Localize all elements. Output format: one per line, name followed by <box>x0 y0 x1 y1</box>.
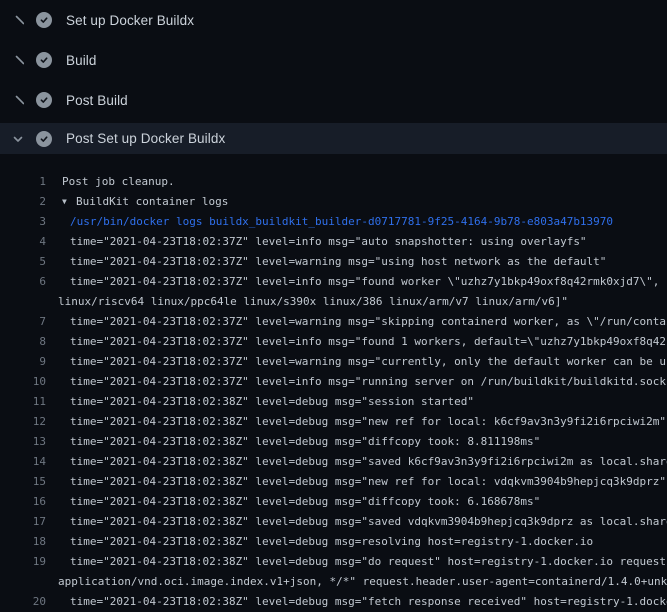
log-line-text: time="2021-04-23T18:02:38Z" level=debug … <box>46 512 667 532</box>
log-line: linux/riscv64 linux/ppc64le linux/s390x … <box>0 292 667 312</box>
log-line-text: time="2021-04-23T18:02:37Z" level=info m… <box>46 272 667 292</box>
log-line-number[interactable]: 20 <box>0 592 46 612</box>
log-line-text: time="2021-04-23T18:02:38Z" level=debug … <box>46 412 667 432</box>
step-label: Set up Docker Buildx <box>66 13 194 28</box>
step-label: Build <box>66 53 97 68</box>
status-success-icon <box>36 131 52 147</box>
log-line: application/vnd.oci.image.index.v1+json,… <box>0 572 667 592</box>
log-line: 9time="2021-04-23T18:02:37Z" level=warni… <box>0 352 667 372</box>
step-label: Post Build <box>66 93 128 108</box>
step-row-set-up-docker-buildx[interactable]: Set up Docker Buildx <box>0 0 667 40</box>
log-line-number[interactable]: 19 <box>0 552 46 572</box>
log-line-text: Post job cleanup. <box>46 172 667 192</box>
status-success-icon <box>36 12 52 28</box>
log-line-text: time="2021-04-23T18:02:38Z" level=debug … <box>46 472 667 492</box>
log-line: 14time="2021-04-23T18:02:38Z" level=debu… <box>0 452 667 472</box>
chevron-down-icon <box>10 131 26 147</box>
log-line-text: time="2021-04-23T18:02:38Z" level=debug … <box>46 392 667 412</box>
log-line: 3/usr/bin/docker logs buildx_buildkit_bu… <box>0 212 667 232</box>
log-line-text: time="2021-04-23T18:02:38Z" level=debug … <box>46 432 667 452</box>
log-line-number[interactable]: 3 <box>0 212 46 232</box>
chevron-right-icon <box>10 12 26 28</box>
log-line-number[interactable]: 9 <box>0 352 46 372</box>
log-line-number[interactable]: 13 <box>0 432 46 452</box>
log-line-number[interactable]: 17 <box>0 512 46 532</box>
log-line-text: time="2021-04-23T18:02:38Z" level=debug … <box>46 492 667 512</box>
log-line-number[interactable]: 7 <box>0 312 46 332</box>
log-line-number <box>0 292 46 312</box>
log-line-number[interactable]: 4 <box>0 232 46 252</box>
log-line: 17time="2021-04-23T18:02:38Z" level=debu… <box>0 512 667 532</box>
log-line: 12time="2021-04-23T18:02:38Z" level=debu… <box>0 412 667 432</box>
step-row-post-set-up-docker-buildx[interactable]: Post Set up Docker Buildx <box>0 123 667 154</box>
log-line: 1Post job cleanup. <box>0 172 667 192</box>
log-line: 2▼BuildKit container logs <box>0 192 667 212</box>
log-group-title: BuildKit container logs <box>76 195 228 208</box>
log-line: 16time="2021-04-23T18:02:38Z" level=debu… <box>0 492 667 512</box>
log-line-text: time="2021-04-23T18:02:38Z" level=debug … <box>46 532 667 552</box>
log-line-number[interactable]: 16 <box>0 492 46 512</box>
log-line: 15time="2021-04-23T18:02:38Z" level=debu… <box>0 472 667 492</box>
group-collapse-toggle-icon[interactable]: ▼ <box>62 192 76 212</box>
log-line-number[interactable]: 2 <box>0 192 46 212</box>
log-line-number[interactable]: 12 <box>0 412 46 432</box>
step-row-post-build[interactable]: Post Build <box>0 80 667 120</box>
log-line: 7time="2021-04-23T18:02:37Z" level=warni… <box>0 312 667 332</box>
step-label: Post Set up Docker Buildx <box>66 131 225 146</box>
status-success-icon <box>36 52 52 68</box>
log-line: 10time="2021-04-23T18:02:37Z" level=info… <box>0 372 667 392</box>
log-line-text: time="2021-04-23T18:02:38Z" level=debug … <box>46 552 667 572</box>
log-command-text: /usr/bin/docker logs buildx_buildkit_bui… <box>46 212 667 232</box>
log-line-number[interactable]: 5 <box>0 252 46 272</box>
log-line-number[interactable]: 14 <box>0 452 46 472</box>
log-line-text: time="2021-04-23T18:02:37Z" level=warnin… <box>46 352 667 372</box>
status-success-icon <box>36 92 52 108</box>
log-line-text: linux/riscv64 linux/ppc64le linux/s390x … <box>46 292 667 312</box>
log-line-text: time="2021-04-23T18:02:38Z" level=debug … <box>46 592 667 612</box>
log-line-text: ▼BuildKit container logs <box>46 192 667 212</box>
log-line-text: time="2021-04-23T18:02:37Z" level=info m… <box>46 372 667 392</box>
chevron-right-icon <box>10 52 26 68</box>
log-line-number[interactable]: 11 <box>0 392 46 412</box>
log-line-text: time="2021-04-23T18:02:37Z" level=warnin… <box>46 252 667 272</box>
log-line-text: time="2021-04-23T18:02:37Z" level=info m… <box>46 232 667 252</box>
workflow-step-list: Set up Docker Buildx Build Post Build Post … <box>0 0 667 154</box>
log-line: 5time="2021-04-23T18:02:37Z" level=warni… <box>0 252 667 272</box>
log-line: 19time="2021-04-23T18:02:38Z" level=debu… <box>0 552 667 572</box>
log-line-text: time="2021-04-23T18:02:38Z" level=debug … <box>46 452 667 472</box>
log-line: 20time="2021-04-23T18:02:38Z" level=debu… <box>0 592 667 612</box>
chevron-right-icon <box>10 92 26 108</box>
log-line-number[interactable]: 10 <box>0 372 46 392</box>
log-line-number[interactable]: 6 <box>0 272 46 292</box>
log-line: 6time="2021-04-23T18:02:37Z" level=info … <box>0 272 667 292</box>
log-line-text: time="2021-04-23T18:02:37Z" level=warnin… <box>46 312 667 332</box>
step-log-output: 1Post job cleanup.2▼BuildKit container l… <box>0 160 667 612</box>
log-line: 13time="2021-04-23T18:02:38Z" level=debu… <box>0 432 667 452</box>
log-line-number <box>0 572 46 592</box>
log-line-number[interactable]: 8 <box>0 332 46 352</box>
log-line: 8time="2021-04-23T18:02:37Z" level=info … <box>0 332 667 352</box>
log-line-number[interactable]: 18 <box>0 532 46 552</box>
log-line: 4time="2021-04-23T18:02:37Z" level=info … <box>0 232 667 252</box>
log-line: 18time="2021-04-23T18:02:38Z" level=debu… <box>0 532 667 552</box>
log-line-number[interactable]: 1 <box>0 172 46 192</box>
log-line: 11time="2021-04-23T18:02:38Z" level=debu… <box>0 392 667 412</box>
step-row-build[interactable]: Build <box>0 40 667 80</box>
log-line-number[interactable]: 15 <box>0 472 46 492</box>
log-line-text: application/vnd.oci.image.index.v1+json,… <box>46 572 667 592</box>
log-line-text: time="2021-04-23T18:02:37Z" level=info m… <box>46 332 667 352</box>
